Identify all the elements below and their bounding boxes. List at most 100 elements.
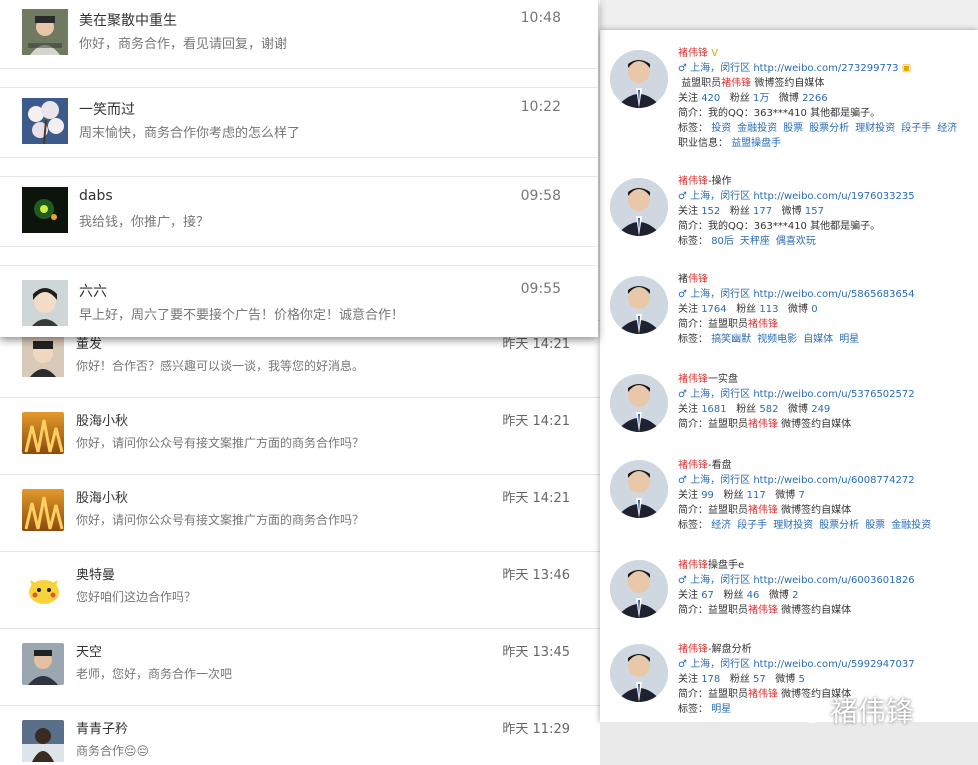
- tag-link[interactable]: 理财投资: [773, 520, 813, 531]
- tag-link[interactable]: 股票: [783, 123, 803, 134]
- weibo-count[interactable]: 249: [811, 404, 830, 415]
- tag-link[interactable]: 自媒体: [803, 334, 833, 345]
- gender-location: ♂ 上海，闵行区: [678, 475, 751, 486]
- list-item[interactable]: dabs 09:58 我给钱，你推广，接？: [0, 178, 598, 246]
- profile-name[interactable]: 褚伟锋: [678, 460, 708, 471]
- weibo-count[interactable]: 7: [798, 490, 804, 501]
- tag-link[interactable]: 金融投资: [891, 520, 931, 531]
- fans-count[interactable]: 117: [747, 490, 766, 501]
- profile-url[interactable]: http://weibo.com/u/5865683654: [753, 289, 914, 300]
- fans-count[interactable]: 582: [759, 404, 778, 415]
- list-item[interactable]: 股海小秋 昨天 14:21 你好，请问你公众号有接文案推广方面的商务合作吗？: [0, 397, 600, 474]
- watermark-text: 褚伟锋: [830, 695, 915, 728]
- list-item[interactable]: 美在聚散中重生 10:48 你好，商务合作，看见请回复，谢谢: [0, 0, 598, 68]
- job-link[interactable]: 益盟操盘手: [731, 138, 781, 149]
- follow-label: 关注: [678, 674, 698, 685]
- panel-top-strip: [600, 0, 978, 30]
- message-preview: 商务合作😔😔: [76, 744, 150, 758]
- profile-url[interactable]: http://weibo.com/u/6003601826: [753, 575, 914, 586]
- tag-link[interactable]: 视频电影: [757, 334, 797, 345]
- message-time: 10:22: [520, 99, 561, 115]
- avatar: [610, 560, 668, 618]
- tag-link[interactable]: 投资: [711, 123, 731, 134]
- fans-count[interactable]: 46: [747, 590, 760, 601]
- profile-url[interactable]: http://weibo.com/u/5376502572: [753, 389, 914, 400]
- tag-link[interactable]: 搞笑幽默: [711, 334, 751, 345]
- tag-link[interactable]: 段子手: [901, 123, 931, 134]
- weibo-count[interactable]: 2: [792, 590, 798, 601]
- follow-count[interactable]: 420: [701, 93, 720, 104]
- divider: [0, 157, 598, 177]
- message-preview: 早上好，周六了要不要接个广告！价格你定！诚意合作！: [79, 308, 405, 323]
- fans-count[interactable]: 177: [753, 206, 772, 217]
- watermark: 褚伟锋: [790, 690, 914, 730]
- fans-label: 粉丝: [723, 590, 744, 601]
- avatar: [22, 9, 68, 55]
- profile-url[interactable]: http://weibo.com/u/6008774272: [753, 475, 914, 486]
- message-time: 昨天 13:46: [502, 568, 570, 583]
- profile-intro: 简介：益盟职员: [678, 689, 748, 700]
- follow-count[interactable]: 67: [701, 590, 714, 601]
- tag-link[interactable]: 理财投资: [855, 123, 895, 134]
- fans-count[interactable]: 57: [753, 674, 766, 685]
- sender-name: dabs: [79, 188, 113, 204]
- profile-name[interactable]: 褚伟锋: [678, 644, 708, 655]
- weibo-label: 微博: [768, 590, 789, 601]
- tag-link[interactable]: 股票分析: [819, 520, 859, 531]
- tag-link[interactable]: 股票分析: [809, 123, 849, 134]
- weibo-count[interactable]: 157: [805, 206, 824, 217]
- profile-name[interactable]: 褚伟锋: [678, 374, 708, 385]
- tag-link[interactable]: 股票: [865, 520, 885, 531]
- fans-count[interactable]: 1万: [753, 93, 769, 104]
- tag-link[interactable]: 明星: [839, 334, 859, 345]
- intro-suffix: 微博签约自媒体: [778, 505, 852, 516]
- profile-url[interactable]: http://weibo.com/u/5992947037: [753, 659, 914, 670]
- gender-location: ♂ 上海，闵行区: [678, 575, 751, 586]
- gender-location: ♂ 上海，闵行区: [678, 389, 751, 400]
- list-item[interactable]: 股海小秋 昨天 14:21 你好，请问你公众号有接文案推广方面的商务合作吗？: [0, 474, 600, 551]
- message-preview: 你好！合作否？感兴趣可以谈一谈，我等您的好消息。: [76, 359, 365, 373]
- sender-name: 一笑而过: [79, 102, 135, 118]
- tag-link[interactable]: 偶喜欢玩: [776, 236, 816, 247]
- follow-label: 关注: [678, 93, 698, 104]
- profile-name[interactable]: 褚伟锋: [678, 560, 708, 571]
- tag-link[interactable]: 金融投资: [737, 123, 777, 134]
- list-item[interactable]: 一笑而过 10:22 周末愉快，商务合作你考虑的怎么样了: [0, 89, 598, 157]
- tag-link[interactable]: 经济: [937, 123, 957, 134]
- message-preview: 您好咱们这边合作吗？: [76, 590, 197, 604]
- intro-name: 褚伟锋: [748, 689, 778, 700]
- divider: [0, 68, 598, 88]
- fans-count[interactable]: 113: [759, 304, 778, 315]
- weibo-count[interactable]: 5: [798, 674, 804, 685]
- follow-label: 关注: [678, 206, 698, 217]
- list-item[interactable]: 天空 昨天 13:45 老师，您好，商务合作一次吧: [0, 628, 600, 705]
- list-item[interactable]: 六六 09:55 早上好，周六了要不要接个广告！价格你定！诚意合作！: [0, 271, 598, 337]
- profile-name[interactable]: 褚伟锋: [678, 48, 708, 59]
- follow-count[interactable]: 178: [701, 674, 720, 685]
- avatar: [610, 276, 668, 334]
- message-preview: 你好，请问你公众号有接文案推广方面的商务合作吗？: [76, 436, 365, 450]
- profile-name[interactable]: 伟锋: [688, 274, 708, 285]
- intro-name: 褚伟锋: [748, 605, 778, 616]
- tag-link[interactable]: 明星: [711, 704, 731, 715]
- profile-name[interactable]: 褚伟锋: [678, 176, 708, 187]
- profile-url[interactable]: http://weibo.com/u/1976033235: [753, 191, 914, 202]
- list-item[interactable]: 青青子矜 昨天 11:29 商务合作😔😔: [0, 705, 600, 765]
- follow-count[interactable]: 1681: [701, 404, 726, 415]
- avatar: [22, 280, 68, 326]
- follow-count[interactable]: 1764: [701, 304, 726, 315]
- weibo-count[interactable]: 0: [811, 304, 817, 315]
- follow-count[interactable]: 152: [701, 206, 720, 217]
- tag-link[interactable]: 段子手: [737, 520, 767, 531]
- tag-link[interactable]: 80后: [711, 236, 734, 247]
- badge-icon: ▣: [901, 63, 912, 74]
- follow-count[interactable]: 99: [701, 490, 714, 501]
- tag-link[interactable]: 经济: [711, 520, 731, 531]
- tag-link[interactable]: 天秤座: [740, 236, 770, 247]
- list-item[interactable]: 奥特曼 昨天 13:46 您好咱们这边合作吗？: [0, 551, 600, 628]
- message-time: 昨天 14:21: [502, 491, 570, 506]
- weibo-count[interactable]: 2266: [802, 93, 827, 104]
- profile-url[interactable]: http://weibo.com/273299773: [753, 63, 898, 74]
- weibo-label: 微博: [778, 93, 799, 104]
- profile-intro: 简介：益盟职员: [678, 505, 748, 516]
